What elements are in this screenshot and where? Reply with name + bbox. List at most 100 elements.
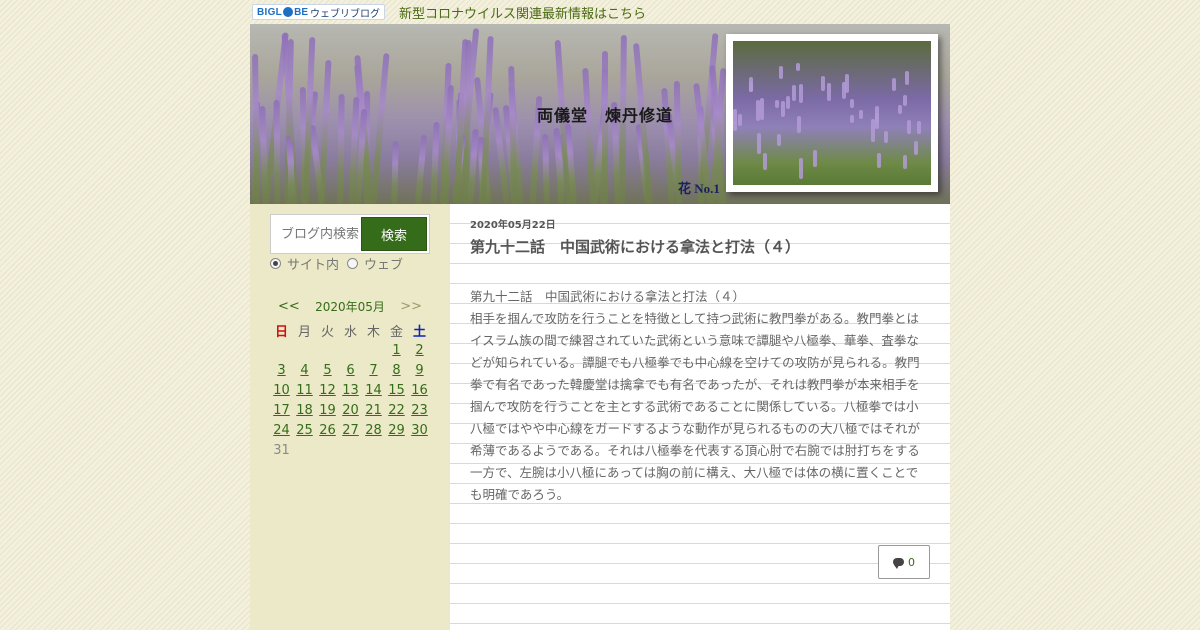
post-paragraph: 相手を掴んで攻防を行うことを特徴として持つ武術に教門拳がある。教門拳とはイスラム… <box>470 311 921 502</box>
calendar-empty-cell <box>385 440 408 460</box>
lavender-flower <box>799 84 803 103</box>
logo-text-1: BIGL <box>257 6 283 18</box>
lavender-flower <box>914 141 918 155</box>
calendar-day: 31 <box>273 442 290 458</box>
lavender-flower <box>763 153 767 170</box>
calendar-day-link[interactable]: 14 <box>362 380 385 400</box>
weekday-label: 金 <box>389 324 403 340</box>
calendar-day-link[interactable]: 8 <box>385 360 408 380</box>
lavender-flower <box>827 83 831 101</box>
calendar-day-link[interactable]: 19 <box>316 400 339 420</box>
lavender-stalk <box>582 67 596 204</box>
lavender-stalk <box>414 134 428 204</box>
lavender-flower <box>760 98 764 120</box>
calendar-empty-cell <box>339 440 362 460</box>
calendar-prev-link[interactable]: << <box>278 299 300 314</box>
calendar-day-link[interactable]: 29 <box>385 420 408 440</box>
calendar-header: << 2020年05月 >> <box>270 296 430 316</box>
lavender-flower <box>757 133 761 154</box>
post-title[interactable]: 第九十二話 中国武術における拿法と打法（４） <box>470 236 800 257</box>
calendar-day-link[interactable]: 15 <box>385 380 408 400</box>
lavender-photo <box>733 41 931 185</box>
lavender-flower <box>792 85 796 101</box>
calendar-day-link[interactable]: 3 <box>270 360 293 380</box>
calendar-day-link[interactable]: 13 <box>339 380 362 400</box>
calendar-day-link[interactable]: 30 <box>408 420 431 440</box>
lavender-flower <box>892 78 896 91</box>
calendar-day-link[interactable]: 2 <box>408 340 431 360</box>
photo-caption: 花 No.1 <box>678 181 720 196</box>
calendar-day-link[interactable]: 9 <box>408 360 431 380</box>
calendar-day-link[interactable]: 26 <box>316 420 339 440</box>
calendar-day-link[interactable]: 27 <box>339 420 362 440</box>
lavender-flower <box>884 131 888 143</box>
comment-icon <box>893 558 904 569</box>
calendar-empty-cell <box>293 340 316 360</box>
covid-notice-link[interactable]: 新型コロナウイルス関連最新情報はこちら <box>399 3 646 22</box>
calendar-day-link[interactable]: 16 <box>408 380 431 400</box>
main-content: 2020年05月22日 第九十二話 中国武術における拿法と打法（４） 第九十二話… <box>450 204 950 630</box>
lavender-flower <box>905 71 909 85</box>
lavender-flower <box>842 82 846 99</box>
calendar-day-link[interactable]: 24 <box>270 420 293 440</box>
calendar-day-link[interactable]: 1 <box>385 340 408 360</box>
calendar-day-link[interactable]: 4 <box>293 360 316 380</box>
scope-web-radio[interactable] <box>347 258 359 269</box>
calendar-day-link[interactable]: 28 <box>362 420 385 440</box>
lavender-flower <box>877 153 881 168</box>
calendar-empty-cell <box>408 440 431 460</box>
scope-site-label: サイト内 <box>287 258 340 273</box>
lavender-flower <box>786 96 790 109</box>
lavender-flower <box>850 115 854 123</box>
lavender-stalk <box>391 140 399 204</box>
lavender-flower <box>799 158 803 179</box>
calendar-day-link[interactable]: 18 <box>293 400 316 420</box>
comment-count: 0 <box>908 555 915 569</box>
lavender-flower <box>733 122 737 131</box>
header-photo-frame <box>726 34 938 192</box>
calendar-day-link[interactable]: 7 <box>362 360 385 380</box>
lavender-flower <box>781 101 785 117</box>
lavender-flower <box>903 155 907 169</box>
lavender-flower <box>796 63 800 71</box>
sidebar: 検索 サイト内 ウェブ << 2020年05月 >> 日月火水木金土123456… <box>250 204 450 630</box>
blog-title[interactable]: 両儀堂 煉丹修道 <box>537 102 673 126</box>
lavender-stalk <box>337 93 345 204</box>
search-button[interactable]: 検索 <box>361 217 427 251</box>
lavender-flower <box>749 82 753 92</box>
calendar-day-link[interactable]: 11 <box>293 380 316 400</box>
lavender-flower <box>797 116 801 133</box>
logo-text-3: ウェブリブログ <box>310 8 380 20</box>
calendar-day-link[interactable]: 21 <box>362 400 385 420</box>
lavender-stalk <box>542 133 550 204</box>
weekday-label: 水 <box>343 324 357 340</box>
lavender-flower <box>907 120 911 134</box>
weekday-label: 日 <box>274 324 288 340</box>
calendar-day-link[interactable]: 22 <box>385 400 408 420</box>
calendar-day-link[interactable]: 23 <box>408 400 431 420</box>
weekday-label: 火 <box>320 324 334 340</box>
post-body: 第九十二話 中国武術における拿法と打法（４） 相手を掴んで攻防を行うことを特徴と… <box>470 286 930 506</box>
calendar-day-link[interactable]: 5 <box>316 360 339 380</box>
calendar-day-link[interactable]: 20 <box>339 400 362 420</box>
calendar-day-link[interactable]: 12 <box>316 380 339 400</box>
post-date: 2020年05月22日 <box>470 220 556 231</box>
calendar-day-link[interactable]: 6 <box>339 360 362 380</box>
calendar-day-link[interactable]: 10 <box>270 380 293 400</box>
search-input[interactable] <box>281 226 361 242</box>
weekday-label: 木 <box>366 324 380 340</box>
calendar-next-link: >> <box>400 298 422 314</box>
calendar-month: 2020年05月 <box>315 299 385 314</box>
logo-dot-icon <box>283 7 294 17</box>
lavender-flower <box>779 66 783 79</box>
lavender-flower <box>738 114 742 126</box>
calendar-empty-cell <box>316 440 339 460</box>
calendar-day-link[interactable]: 25 <box>293 420 316 440</box>
biglobe-logo[interactable]: BIGL BE ウェブリブログ <box>252 4 385 20</box>
lavender-flower <box>898 105 902 114</box>
lavender-flower <box>775 100 779 108</box>
calendar-day-link[interactable]: 17 <box>270 400 293 420</box>
scope-site-radio[interactable] <box>270 258 281 269</box>
calendar-empty-cell <box>362 440 385 460</box>
comment-button[interactable]: 0 <box>878 545 930 579</box>
